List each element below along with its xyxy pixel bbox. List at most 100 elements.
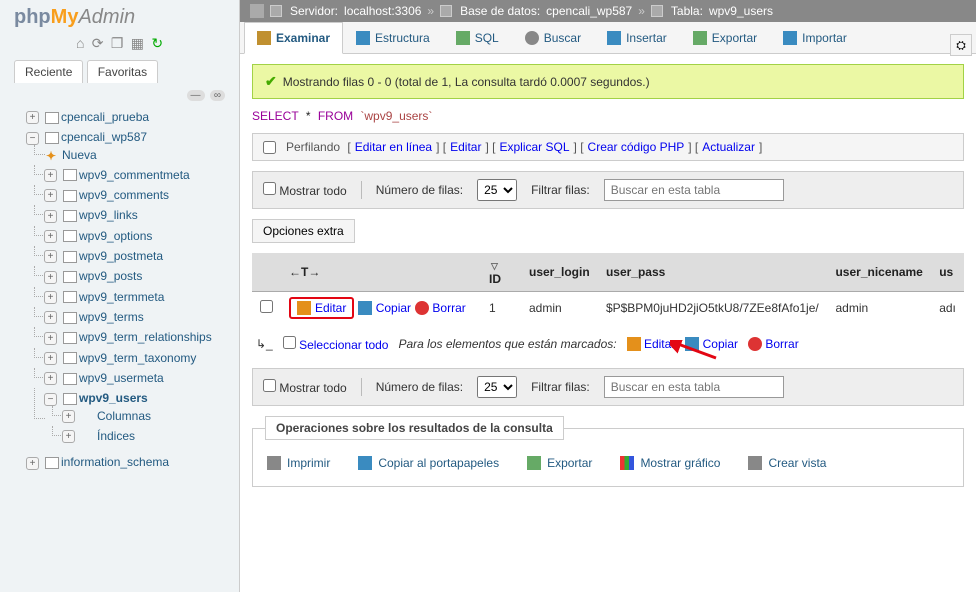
- tree-item-label[interactable]: wpv9_terms: [79, 310, 144, 324]
- edit-link[interactable]: Editar: [450, 140, 481, 154]
- select-all-checkbox[interactable]: [283, 336, 296, 349]
- tree-toggle[interactable]: −: [26, 132, 39, 145]
- tree-toggle[interactable]: +: [44, 210, 57, 223]
- chart-button[interactable]: Mostrar gráfico: [620, 456, 720, 470]
- tree-item-label[interactable]: Columnas: [97, 409, 151, 423]
- tree-item-label[interactable]: wpv9_usermeta: [79, 371, 164, 385]
- table-icon: [45, 112, 59, 124]
- sort-arrows[interactable]: ←T→: [289, 265, 320, 279]
- tree-toggle[interactable]: +: [44, 291, 57, 304]
- page-settings-button[interactable]: ⛭: [950, 34, 972, 56]
- results-control-bottom: Mostrar todo Número de filas: 25 Filtrar…: [252, 368, 964, 406]
- tab-import[interactable]: Importar: [770, 22, 860, 53]
- filter-input-bottom[interactable]: [604, 376, 784, 398]
- tree-item-label[interactable]: information_schema: [61, 455, 169, 469]
- tab-export[interactable]: Exportar: [680, 22, 770, 53]
- tree-item-label[interactable]: cpencali_prueba: [61, 110, 149, 124]
- nav-settings-icon[interactable]: ▦: [131, 35, 144, 51]
- breadcrumb-collapse-icon[interactable]: [250, 4, 264, 18]
- cell-login[interactable]: admin: [521, 292, 598, 325]
- tab-structure[interactable]: Estructura: [343, 22, 443, 53]
- tree-toggle[interactable]: +: [26, 457, 39, 470]
- breadcrumb-table[interactable]: wpv9_users: [709, 4, 773, 18]
- row-checkbox[interactable]: [260, 300, 273, 313]
- tab-favorites[interactable]: Favoritas: [87, 60, 158, 83]
- tab-sql[interactable]: SQL: [443, 22, 512, 53]
- cell-id[interactable]: 1: [481, 292, 521, 325]
- breadcrumb-database[interactable]: cpencali_wp587: [546, 4, 632, 18]
- logout-icon[interactable]: ⟳: [92, 35, 104, 51]
- tree-toggle[interactable]: +: [44, 250, 57, 263]
- table-icon: [45, 457, 59, 469]
- bulk-copy-button[interactable]: Copiar: [685, 337, 738, 352]
- numrows-select-bottom[interactable]: 25: [477, 376, 517, 398]
- showall-checkbox-top[interactable]: [263, 182, 276, 195]
- tree-toggle[interactable]: +: [44, 169, 57, 182]
- create-php-link[interactable]: Crear código PHP: [588, 140, 685, 154]
- tree-item-label[interactable]: wpv9_links: [79, 208, 138, 222]
- tree-toggle[interactable]: −: [44, 393, 57, 406]
- tree-toggle[interactable]: +: [62, 410, 75, 423]
- breadcrumb-server[interactable]: localhost:3306: [344, 4, 421, 18]
- row-copy-button[interactable]: Copiar: [358, 301, 411, 316]
- clipboard-button[interactable]: Copiar al portapapeles: [358, 456, 499, 470]
- structure-icon: [356, 31, 370, 45]
- row-edit-button[interactable]: Editar: [289, 297, 354, 319]
- tree-item-label[interactable]: wpv9_posts: [79, 269, 142, 283]
- tree-toggle[interactable]: +: [44, 311, 57, 324]
- tree-item-label[interactable]: cpencali_wp587: [61, 130, 147, 144]
- export-icon: [527, 456, 541, 470]
- tab-search[interactable]: Buscar: [512, 22, 594, 53]
- tree-toggle[interactable]: +: [44, 352, 57, 365]
- cell-pass[interactable]: $P$BPM0juHD2jiO5tkU8/7ZEe8fAfo1je/: [598, 292, 828, 325]
- tree-toggle[interactable]: +: [26, 111, 39, 124]
- tree-item-label[interactable]: wpv9_termmeta: [79, 290, 164, 304]
- docs-icon[interactable]: ❐: [111, 35, 124, 51]
- create-view-button[interactable]: Crear vista: [748, 456, 826, 470]
- explain-sql-link[interactable]: Explicar SQL: [500, 140, 570, 154]
- fieldset-legend: Operaciones sobre los resultados de la c…: [265, 416, 564, 440]
- tree-item-label[interactable]: wpv9_commentmeta: [79, 168, 190, 182]
- sort-desc-icon[interactable]: ▽: [491, 261, 498, 271]
- link-nav-icon[interactable]: ∞: [210, 90, 225, 101]
- tab-browse[interactable]: Examinar: [244, 22, 343, 54]
- tree-item-label[interactable]: wpv9_options: [79, 229, 152, 243]
- bulk-edit-button[interactable]: Editar: [627, 337, 676, 352]
- cell-nicename[interactable]: admin: [827, 292, 931, 325]
- tree-toggle[interactable]: +: [44, 189, 57, 202]
- tree-item-label[interactable]: wpv9_comments: [79, 188, 169, 202]
- cell-us[interactable]: adı: [931, 292, 964, 325]
- collapse-nav-icon[interactable]: —: [187, 90, 205, 101]
- home-icon[interactable]: ⌂: [76, 35, 84, 51]
- extra-options-toggle[interactable]: Opciones extra: [252, 219, 355, 243]
- tree-item-label[interactable]: Índices: [97, 429, 135, 443]
- tab-recent[interactable]: Reciente: [14, 60, 83, 83]
- tree-item-label[interactable]: wpv9_users: [79, 391, 148, 405]
- tree-toggle[interactable]: +: [44, 230, 57, 243]
- tree-item-label[interactable]: Nueva: [62, 148, 97, 162]
- profiling-checkbox[interactable]: [263, 141, 276, 154]
- reload-icon[interactable]: ↻: [151, 35, 163, 51]
- tab-insert[interactable]: Insertar: [594, 22, 680, 53]
- bulk-delete-button[interactable]: Borrar: [748, 337, 799, 352]
- filter-input-top[interactable]: [604, 179, 784, 201]
- numrows-select-top[interactable]: 25: [477, 179, 517, 201]
- print-button[interactable]: Imprimir: [267, 456, 330, 470]
- tree-toggle[interactable]: +: [62, 430, 75, 443]
- tree-toggle[interactable]: +: [44, 271, 57, 284]
- tree-item-label[interactable]: wpv9_term_relationships: [79, 330, 212, 344]
- tree-item-label[interactable]: wpv9_postmeta: [79, 249, 163, 263]
- tree-toggle[interactable]: +: [44, 332, 57, 345]
- tree-toggle[interactable]: +: [44, 372, 57, 385]
- tree-item-label[interactable]: wpv9_term_taxonomy: [79, 351, 196, 365]
- delete-icon: [415, 301, 429, 315]
- refresh-link[interactable]: Actualizar: [702, 140, 755, 154]
- showall-checkbox-bottom[interactable]: [263, 379, 276, 392]
- row-delete-button[interactable]: Borrar: [415, 301, 466, 316]
- inline-edit-link[interactable]: Editar en línea: [355, 140, 432, 154]
- print-icon: [267, 456, 281, 470]
- database-icon: [440, 5, 452, 17]
- export-button[interactable]: Exportar: [527, 456, 592, 470]
- logo[interactable]: phpMyAdmin: [0, 0, 239, 31]
- success-text: Mostrando filas 0 - 0 (total de 1, La co…: [283, 75, 650, 89]
